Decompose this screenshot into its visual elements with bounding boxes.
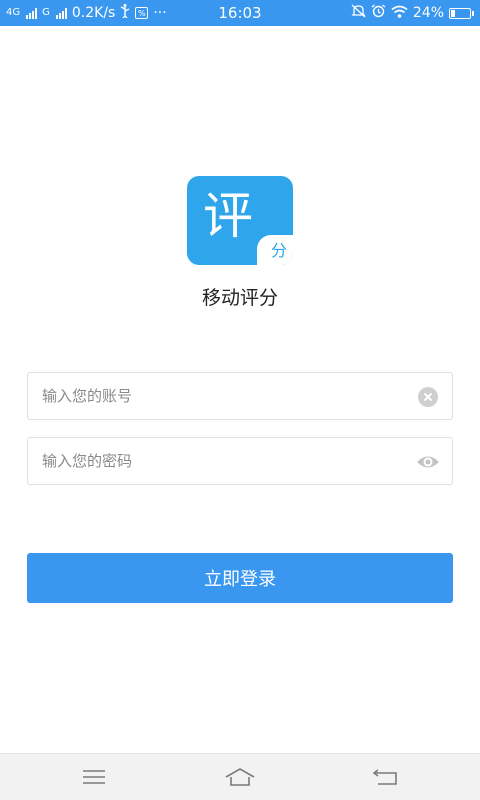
account-field (27, 372, 453, 420)
network-speed: 0.2K/s (71, 5, 116, 21)
status-bar-left: 4G G 0.2K/s % ··· (6, 4, 351, 22)
home-icon[interactable] (220, 764, 260, 790)
clear-icon[interactable] (418, 387, 438, 407)
signal-icon-2 (55, 7, 67, 19)
password-field (27, 437, 453, 485)
battery-percent: 24% (412, 5, 444, 21)
more-notifications: ··· (153, 5, 167, 21)
network-type-2: G (42, 7, 50, 18)
menu-icon[interactable] (74, 764, 114, 790)
alarm-icon (371, 4, 386, 22)
mute-alarm-icon (351, 4, 366, 22)
battery-icon (449, 7, 474, 19)
logo-sub-char: 分 (270, 241, 287, 260)
login-screen: 4G G 0.2K/s % ··· 16:03 24% 评 分 移动评分 输入您… (0, 0, 480, 800)
app-logo: 评 分 (187, 176, 293, 265)
wifi-icon (391, 5, 408, 22)
account-input[interactable] (28, 373, 398, 419)
login-button[interactable]: 立即登录 (27, 553, 453, 603)
password-input[interactable] (28, 438, 398, 484)
app-name: 移动评分 (201, 287, 278, 309)
network-type-1: 4G (6, 7, 21, 18)
notification-box-icon: % (135, 7, 149, 19)
status-bar-right: 24% (351, 4, 474, 22)
status-bar: 4G G 0.2K/s % ··· 16:03 24% (0, 0, 480, 26)
navigation-bar (0, 753, 480, 800)
usb-icon (120, 4, 130, 22)
signal-icon-1 (26, 7, 38, 19)
back-icon[interactable] (366, 764, 406, 790)
eye-icon[interactable] (416, 452, 440, 472)
logo-main-char: 评 (203, 187, 253, 245)
